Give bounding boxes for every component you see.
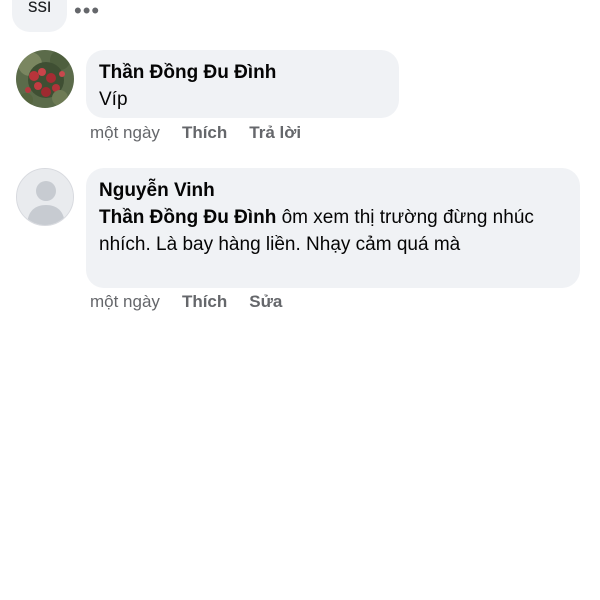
top-comment-text: ssi (28, 0, 52, 17)
avatar-photo-image (16, 50, 74, 108)
like-button[interactable]: Thích (182, 292, 227, 312)
comment-bubble: Nguyễn Vinh Thần Đồng Đu Đình ôm xem thị… (86, 168, 580, 288)
comment-author[interactable]: Nguyễn Vinh (99, 177, 566, 204)
reply-button[interactable]: Trả lời (249, 123, 301, 143)
default-profile-icon (17, 169, 73, 225)
comment-timestamp[interactable]: một ngày (90, 123, 160, 143)
top-comment-bubble: ssi (12, 0, 68, 32)
comment-text: Víp (99, 89, 128, 110)
comment-bubble: Thần Đồng Đu Đình Víp (86, 50, 399, 118)
comment-text: Thần Đồng Đu Đình ôm xem thị trường đừng… (99, 204, 566, 258)
like-button[interactable]: Thích (182, 123, 227, 143)
comment-actions: một ngày Thích Sửa (90, 292, 282, 312)
more-horizontal-icon[interactable]: ••• (74, 0, 100, 24)
edit-button[interactable]: Sửa (249, 292, 282, 312)
comment-timestamp[interactable]: một ngày (90, 292, 160, 312)
photo-avatar[interactable] (16, 50, 74, 108)
comment-author[interactable]: Thần Đồng Đu Đình (99, 59, 385, 86)
mention-link[interactable]: Thần Đồng Đu Đình (99, 207, 276, 228)
comment-actions: một ngày Thích Trả lời (90, 123, 301, 143)
default-profile-avatar[interactable] (16, 168, 74, 226)
